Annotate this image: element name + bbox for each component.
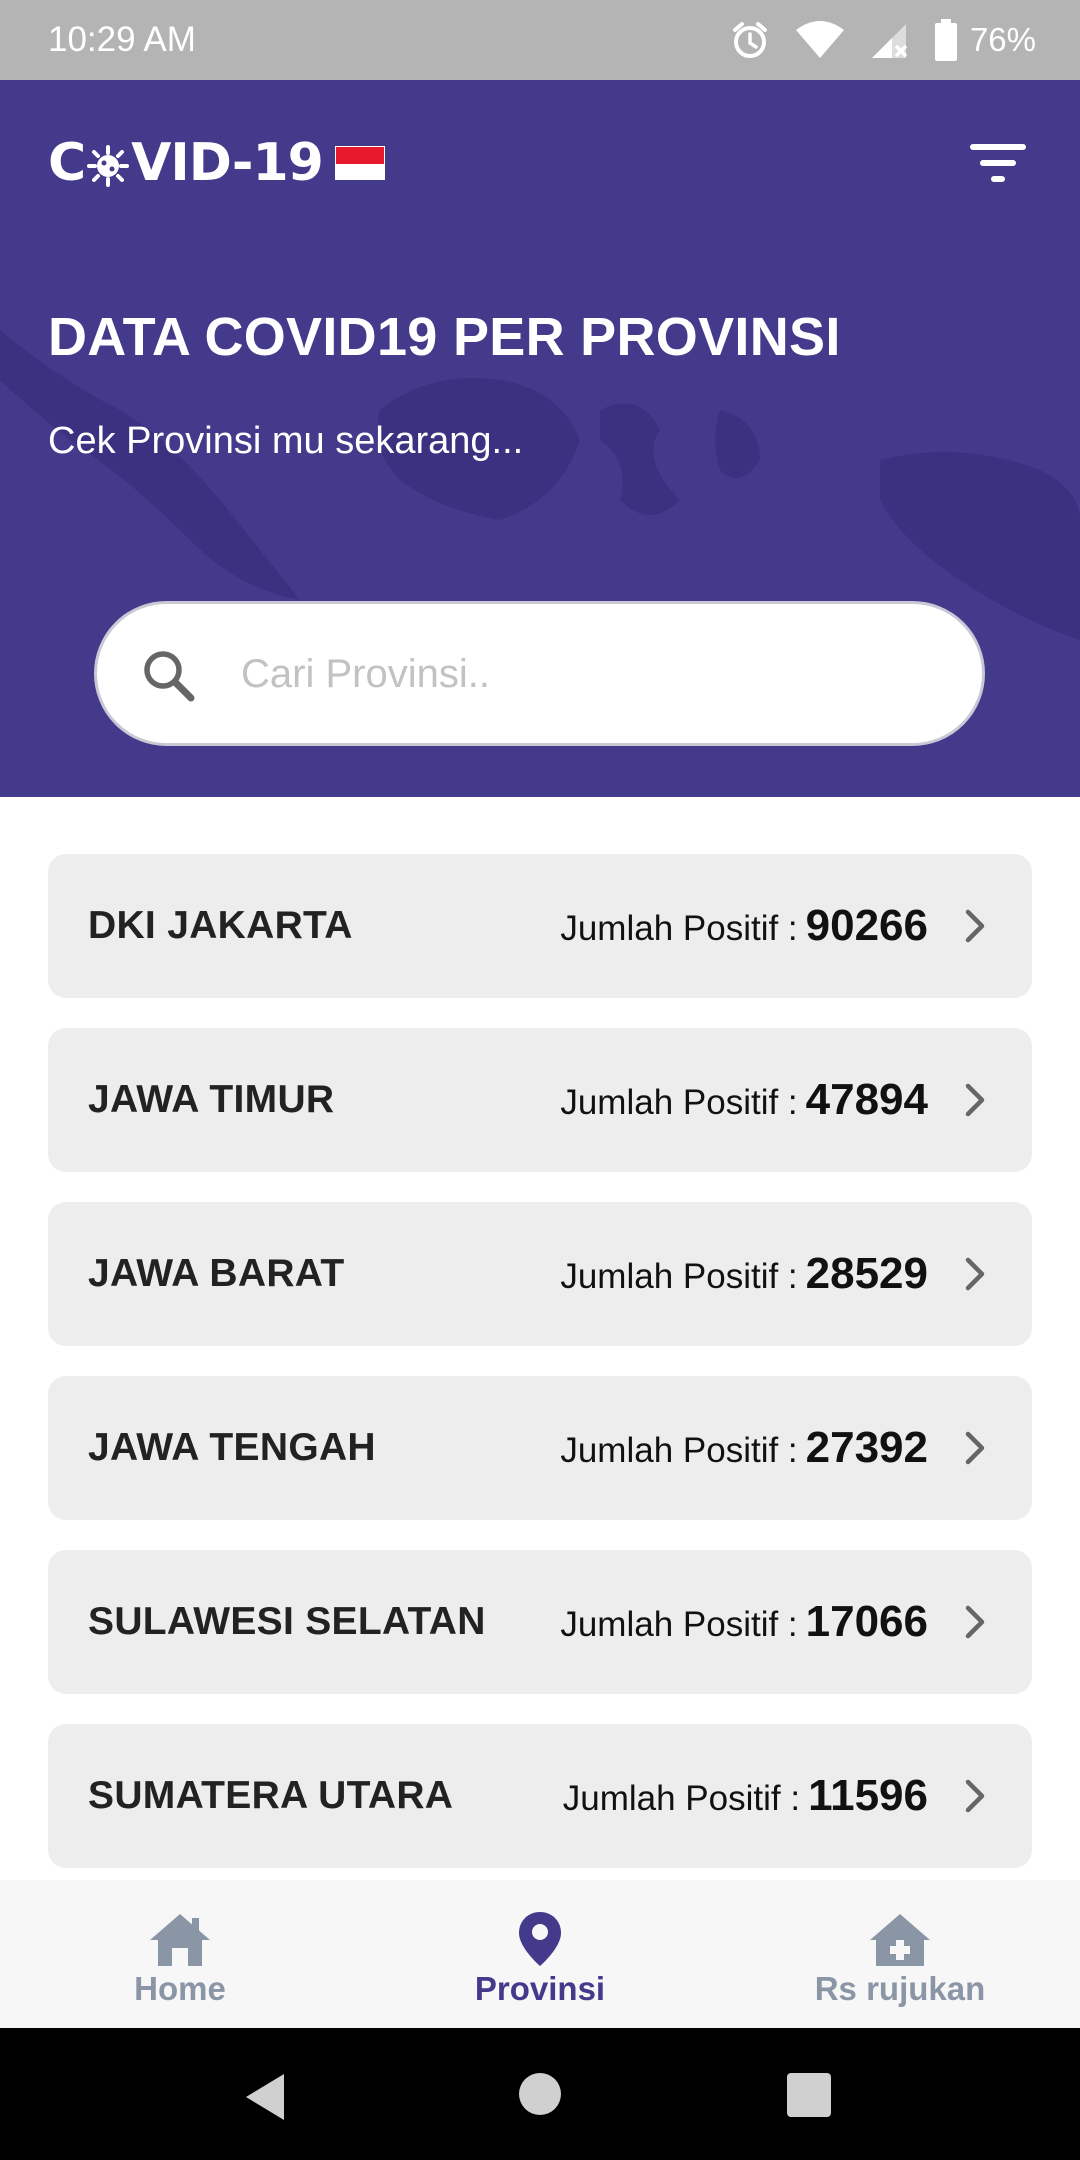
positive-count: Jumlah Positif : 28529 bbox=[560, 1249, 928, 1299]
positive-count: Jumlah Positif : 47894 bbox=[560, 1075, 928, 1125]
nav-home[interactable]: Home bbox=[0, 1880, 360, 2028]
province-name: SULAWESI SELATAN bbox=[88, 1600, 486, 1643]
chevron-right-icon bbox=[965, 1431, 985, 1465]
nav-provinsi-label: Provinsi bbox=[474, 1970, 606, 2007]
search-input[interactable] bbox=[241, 634, 941, 714]
logo-text-right: VID-19 bbox=[131, 133, 324, 193]
page-title: DATA COVID19 PER PROVINSI bbox=[48, 307, 841, 367]
nav-provinsi[interactable]: Provinsi bbox=[360, 1880, 720, 2028]
header: C VID-19 DATA COVID19 PER PROVINSI Cek P… bbox=[0, 80, 1080, 797]
province-name: DKI JAKARTA bbox=[88, 904, 353, 947]
status-bar: 10:29 AM 76% bbox=[0, 0, 1080, 80]
positive-count-value: 28529 bbox=[805, 1249, 928, 1298]
positive-count-label: Jumlah Positif : bbox=[560, 1083, 798, 1122]
recents-icon[interactable] bbox=[786, 2072, 832, 2118]
indonesia-flag-icon bbox=[334, 146, 385, 180]
positive-count: Jumlah Positif : 11596 bbox=[563, 1771, 928, 1821]
province-row-jawa-tengah[interactable]: JAWA TENGAH Jumlah Positif : 27392 bbox=[48, 1376, 1032, 1520]
logo-text-left: C bbox=[48, 133, 86, 193]
nav-rs-rujukan[interactable]: Rs rujukan bbox=[720, 1880, 1080, 2028]
positive-count-label: Jumlah Positif : bbox=[560, 1257, 798, 1296]
chevron-right-icon bbox=[965, 909, 985, 943]
province-row-jawa-barat[interactable]: JAWA BARAT Jumlah Positif : 28529 bbox=[48, 1202, 1032, 1346]
page-subtitle: Cek Provinsi mu sekarang... bbox=[48, 420, 524, 462]
province-row-sumatera-utara[interactable]: SUMATERA UTARA Jumlah Positif : 11596 bbox=[48, 1724, 1032, 1868]
system-navigation-bar bbox=[0, 2028, 1080, 2160]
positive-count-value: 27392 bbox=[805, 1423, 928, 1472]
filter-icon[interactable] bbox=[966, 138, 1030, 188]
positive-count: Jumlah Positif : 90266 bbox=[560, 901, 928, 951]
status-icons: 76% bbox=[706, 18, 1036, 62]
positive-count-label: Jumlah Positif : bbox=[560, 1605, 798, 1644]
positive-count-value: 90266 bbox=[805, 901, 928, 950]
chevron-right-icon bbox=[965, 1083, 985, 1117]
province-list: DKI JAKARTA Jumlah Positif : 90266 JAWA … bbox=[48, 854, 1032, 1898]
back-icon[interactable] bbox=[242, 2072, 288, 2122]
bottom-navigation: Home Provinsi Rs rujukan bbox=[0, 1880, 1080, 2028]
province-name: JAWA TIMUR bbox=[88, 1078, 335, 1121]
positive-count: Jumlah Positif : 27392 bbox=[560, 1423, 928, 1473]
search-box[interactable] bbox=[94, 601, 985, 746]
hospital-icon bbox=[870, 1914, 930, 1966]
positive-count-value: 17066 bbox=[805, 1597, 928, 1646]
positive-count-value: 11596 bbox=[808, 1771, 928, 1820]
chevron-right-icon bbox=[965, 1605, 985, 1639]
positive-count: Jumlah Positif : 17066 bbox=[560, 1597, 928, 1647]
search-icon bbox=[144, 651, 195, 702]
virus-icon bbox=[87, 145, 130, 187]
nav-home-label: Home bbox=[134, 1970, 226, 2007]
province-row-jawa-timur[interactable]: JAWA TIMUR Jumlah Positif : 47894 bbox=[48, 1028, 1032, 1172]
location-pin-icon bbox=[519, 1912, 561, 1966]
province-row-sulawesi-selatan[interactable]: SULAWESI SELATAN Jumlah Positif : 17066 bbox=[48, 1550, 1032, 1694]
alarm-icon bbox=[732, 22, 767, 58]
home-button-icon[interactable] bbox=[518, 2072, 562, 2116]
positive-count-value: 47894 bbox=[805, 1075, 928, 1124]
covid19-logo: C VID-19 bbox=[48, 136, 385, 190]
province-name: JAWA TENGAH bbox=[88, 1426, 376, 1469]
status-time: 10:29 AM bbox=[48, 20, 196, 59]
province-row-dki-jakarta[interactable]: DKI JAKARTA Jumlah Positif : 90266 bbox=[48, 854, 1032, 998]
nav-rs-rujukan-label: Rs rujukan bbox=[814, 1970, 986, 2007]
positive-count-label: Jumlah Positif : bbox=[560, 1431, 798, 1470]
province-name: SUMATERA UTARA bbox=[88, 1774, 454, 1817]
wifi-icon bbox=[795, 21, 844, 58]
battery-icon bbox=[934, 19, 957, 61]
signal-icon bbox=[871, 24, 908, 58]
positive-count-label: Jumlah Positif : bbox=[560, 909, 798, 948]
chevron-right-icon bbox=[965, 1779, 985, 1813]
positive-count-label: Jumlah Positif : bbox=[562, 1779, 801, 1818]
province-name: JAWA BARAT bbox=[88, 1252, 345, 1295]
chevron-right-icon bbox=[965, 1257, 985, 1291]
home-icon bbox=[150, 1914, 210, 1966]
battery-percent: 76% bbox=[969, 21, 1036, 58]
